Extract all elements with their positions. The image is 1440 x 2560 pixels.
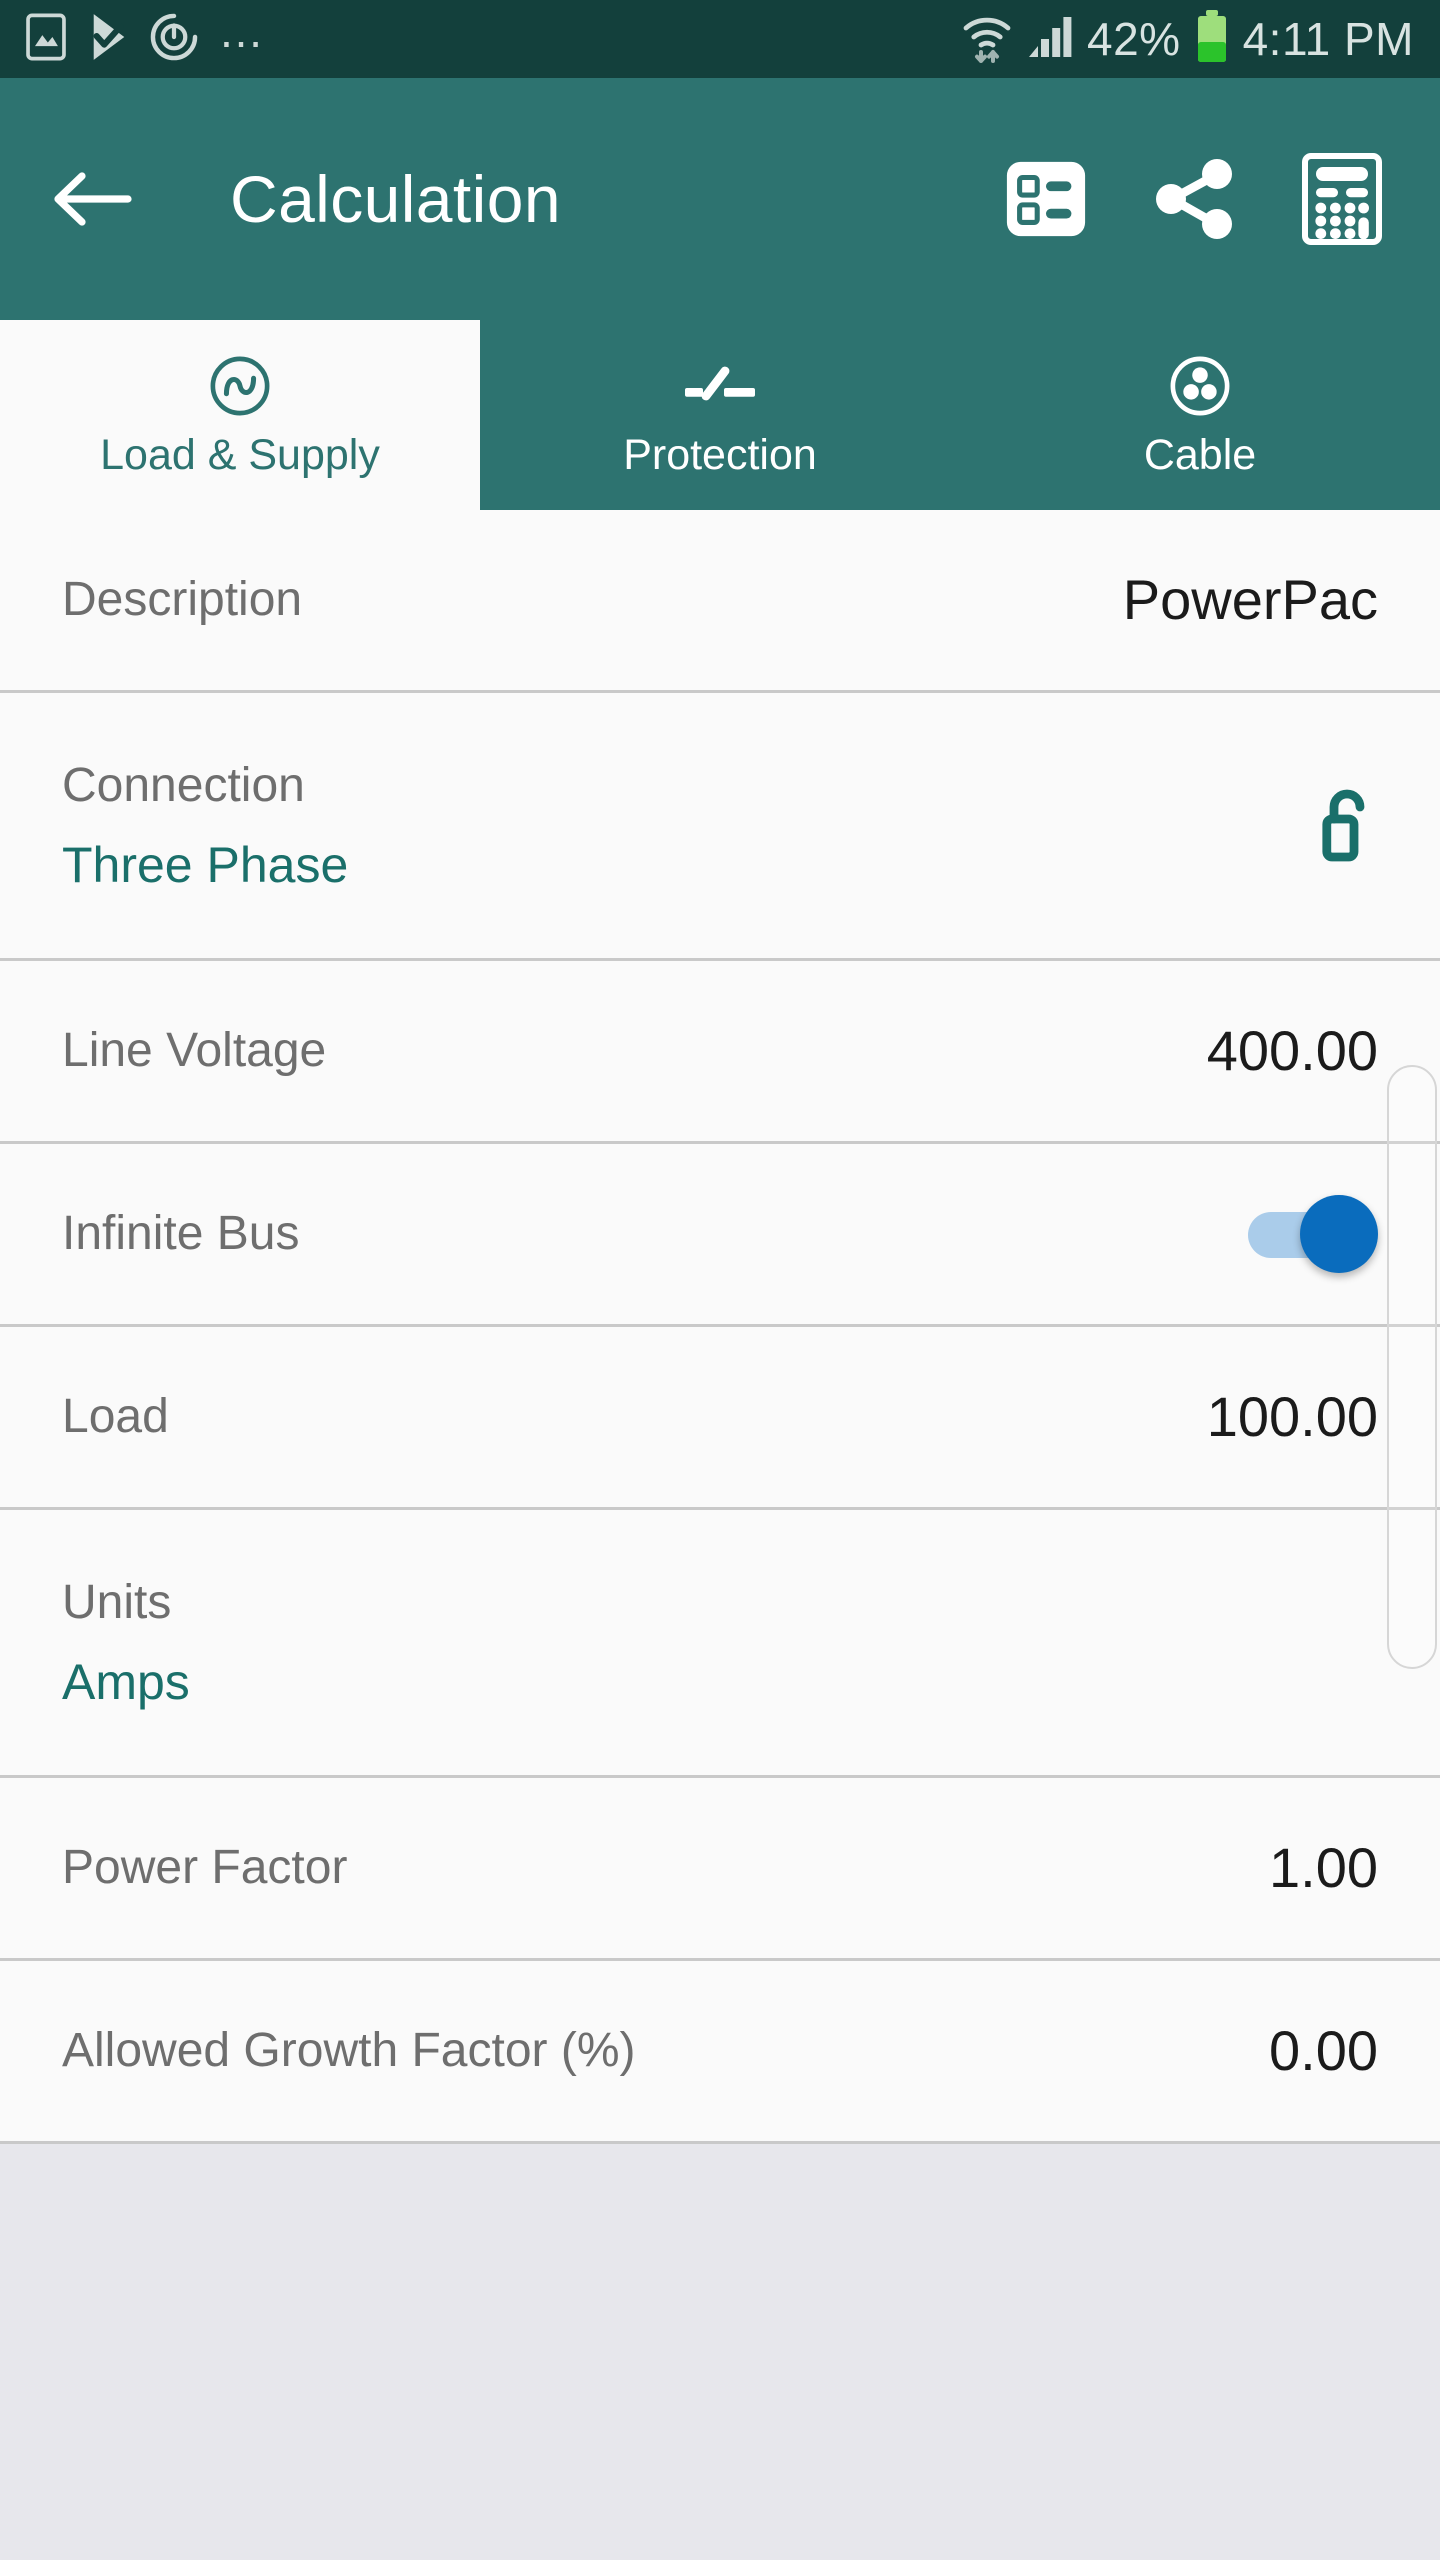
row-subvalue: Three Phase [62,836,349,893]
cable-cores-circle-icon [1169,354,1231,418]
share-icon [1156,159,1232,239]
row-value: 1.00 [1269,1836,1378,1899]
status-bar-left-icons: … [24,5,266,67]
screenshot-icon [24,12,68,67]
battery-percent-label: 42% [1087,13,1181,65]
app-bar: Calculation [0,78,1440,320]
row-value: PowerPac [1122,568,1378,631]
row-value: 100.00 [1206,1385,1378,1448]
calculator-icon [1302,153,1382,245]
overflow-dots-icon: … [218,5,266,58]
row-label: Allowed Growth Factor (%) [62,2024,636,2077]
tab-cable[interactable]: Cable [960,320,1440,510]
clock-label: 4:11 PM [1242,13,1414,65]
page-title: Calculation [230,162,561,236]
row-label: Units [62,1575,172,1629]
cellular-signal-icon [1027,13,1073,66]
row-label: Power Factor [62,1841,348,1894]
row-label: Load [62,1390,169,1443]
tab-protection[interactable]: Protection [480,320,960,510]
summary-button[interactable] [1000,153,1092,245]
battery-icon [1195,9,1229,69]
row-value: 0.00 [1269,2019,1378,2082]
share-button[interactable] [1148,153,1240,245]
arrow-left-icon [54,172,132,226]
status-bar-right: 42% 4:11 PM [961,9,1414,69]
row-load[interactable]: Load 100.00 [0,1327,1440,1510]
tab-load-and-supply[interactable]: Load & Supply [0,320,480,510]
row-subvalue: Amps [62,1653,190,1710]
row-value: 400.00 [1206,1019,1378,1082]
row-connection[interactable]: Connection Three Phase [0,693,1440,961]
row-label: Connection [62,758,305,812]
tab-label: Protection [623,430,817,479]
form-list: Description PowerPac Connection Three Ph… [0,510,1440,2144]
row-units-texts: Units Amps [62,1575,1378,1710]
row-power-factor[interactable]: Power Factor 1.00 [0,1778,1440,1961]
row-label: Infinite Bus [62,1207,300,1260]
tab-label: Load & Supply [100,430,380,479]
summary-icon [1006,161,1086,237]
row-connection-texts: Connection Three Phase [62,758,349,893]
app-screen: … 42% 4:11 PM Calculation Load & Supply … [0,0,1440,2560]
row-connection-inner: Connection Three Phase [62,758,1378,893]
wifi-icon [961,11,1013,68]
unlock-icon[interactable] [1314,783,1378,868]
toggle-thumb [1300,1195,1378,1273]
play-update-icon [88,12,130,67]
row-units[interactable]: Units Amps [0,1510,1440,1778]
ac-waveform-circle-icon [209,354,271,418]
row-allowed-growth-factor[interactable]: Allowed Growth Factor (%) 0.00 [0,1961,1440,2144]
calculator-button[interactable] [1296,153,1388,245]
circuit-breaker-icon [684,354,756,418]
empty-area [0,2144,1440,2560]
status-bar: … 42% 4:11 PM [0,0,1440,78]
tab-bar: Load & Supply Protection Cable [0,320,1440,510]
infinite-bus-toggle[interactable] [1248,1192,1378,1276]
row-infinite-bus[interactable]: Infinite Bus [0,1144,1440,1327]
back-button[interactable] [44,151,140,247]
app-bar-actions [1000,153,1404,245]
row-description[interactable]: Description PowerPac [0,510,1440,693]
row-line-voltage[interactable]: Line Voltage 400.00 [0,961,1440,1144]
power-sync-icon [150,12,198,67]
tab-label: Cable [1143,430,1257,479]
row-label: Description [62,573,303,626]
row-label: Line Voltage [62,1024,327,1077]
